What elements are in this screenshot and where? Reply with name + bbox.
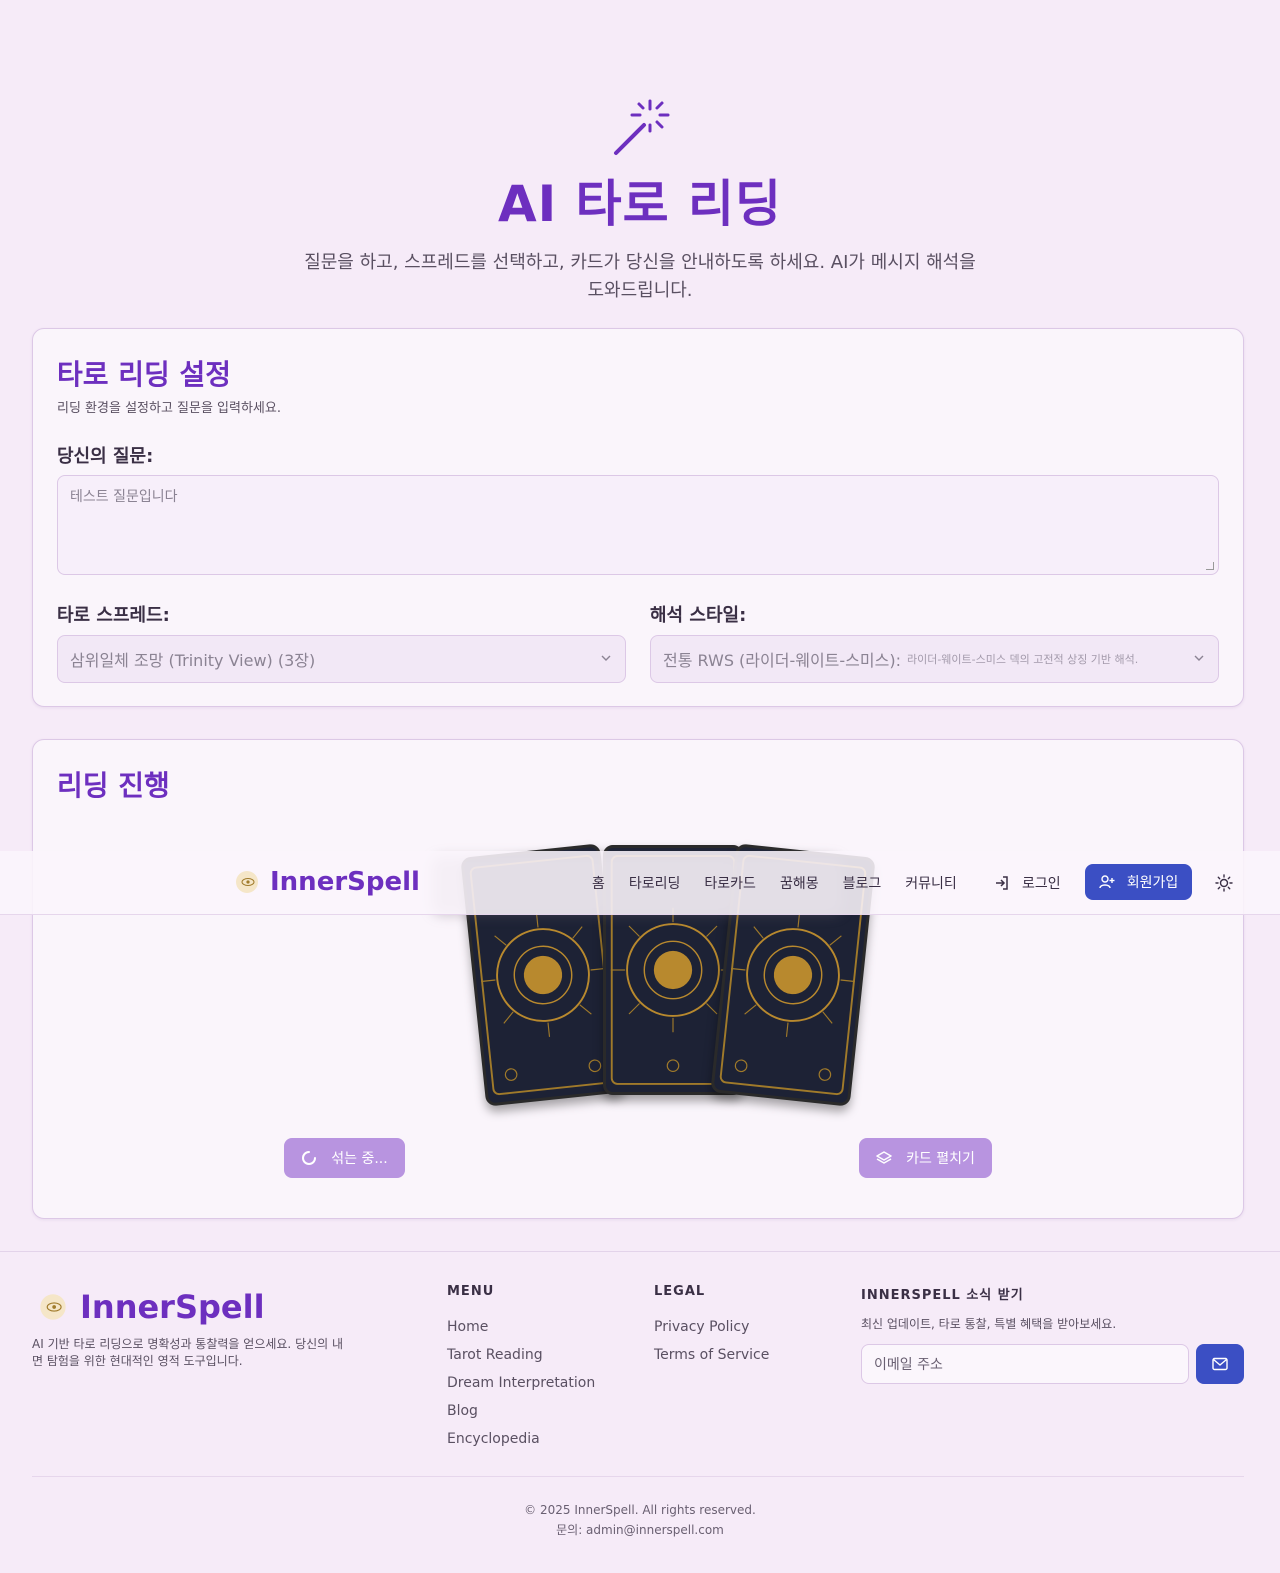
footer-link-privacy[interactable]: Privacy Policy: [654, 1313, 769, 1341]
footer-brand[interactable]: InnerSpell: [38, 1288, 265, 1326]
page-title: AI 타로 리딩: [497, 175, 783, 233]
brand-link[interactable]: InnerSpell: [234, 867, 420, 897]
footer-copyright-block: © 2025 InnerSpell. All rights reserved. …: [0, 1500, 1280, 1540]
moon-eye-logo-icon: [40, 1294, 66, 1320]
question-placeholder: 테스트 질문입니다: [70, 489, 178, 505]
hero-section: AI 타로 리딩 질문을 하고, 스프레드를 선택하고, 카드가 당신을 안내하…: [0, 95, 1280, 305]
footer-link-dream[interactable]: Dream Interpretation: [447, 1369, 595, 1397]
footer-link-terms[interactable]: Terms of Service: [654, 1341, 769, 1369]
sun-theme-toggle-icon[interactable]: [1215, 874, 1233, 892]
reading-title: 리딩 진행: [57, 769, 170, 802]
magic-wand-icon: [614, 99, 670, 155]
footer-description: AI 기반 타로 리딩으로 명확성과 통찰력을 얻으세요. 당신의 내면 탐험을…: [32, 1337, 344, 1368]
layers-icon: [876, 1151, 892, 1164]
login-button[interactable]: 로그인: [994, 873, 1061, 893]
spread-cards-button[interactable]: 카드 펼치기: [859, 1138, 992, 1178]
login-label: 로그인: [1022, 876, 1061, 892]
footer-link-encyclopedia[interactable]: Encyclopedia: [447, 1425, 595, 1453]
footer-link-home[interactable]: Home: [447, 1313, 595, 1341]
spread-cards-button-label: 카드 펼치기: [906, 1151, 975, 1167]
question-label: 당신의 질문:: [57, 446, 154, 467]
style-select-value: 전통 RWS (라이더-웨이트-스미스):: [663, 651, 901, 670]
copyright-text: © 2025 InnerSpell. All rights reserved.: [524, 1503, 756, 1517]
style-select-description: 라이더-웨이트-스미스 덱의 고전적 상징 기반 해석.: [906, 653, 1139, 666]
footer-legal: LEGAL Privacy Policy Terms of Service: [654, 1284, 769, 1369]
chevron-down-icon: [601, 655, 611, 661]
question-textarea[interactable]: 테스트 질문입니다: [57, 475, 1219, 575]
footer-link-blog[interactable]: Blog: [447, 1397, 595, 1425]
nav-link-blog[interactable]: 블로그: [843, 873, 882, 893]
style-label: 해석 스타일:: [650, 605, 747, 626]
footer-divider: [32, 1476, 1244, 1477]
style-select[interactable]: 전통 RWS (라이더-웨이트-스미스): 라이더-웨이트-스미스 덱의 고전적…: [650, 635, 1219, 683]
footer-legal-title: LEGAL: [654, 1284, 706, 1299]
setup-subtitle: 리딩 환경을 설정하고 질문을 입력하세요.: [57, 401, 281, 416]
email-placeholder: 이메일 주소: [874, 1357, 943, 1373]
footer-newsletter: INNERSPELL 소식 받기 최신 업데이트, 타로 통찰, 특별 혜택을 …: [861, 1284, 1116, 1332]
newsletter-description: 최신 업데이트, 타로 통찰, 특별 혜택을 받아보세요.: [861, 1317, 1117, 1331]
setup-title: 타로 리딩 설정: [57, 358, 232, 391]
nav-link-dream[interactable]: 꿈해몽: [780, 873, 819, 893]
nav-link-tarot-reading[interactable]: 타로리딩: [629, 873, 681, 893]
spread-select-value: 삼위일체 조망 (Trinity View) (3장): [70, 651, 316, 670]
newsletter-title: INNERSPELL 소식 받기: [861, 1288, 1024, 1303]
footer-menu: MENU Home Tarot Reading Dream Interpreta…: [447, 1284, 595, 1453]
chevron-down-icon: [1194, 655, 1204, 661]
reading-progress-card: 리딩 진행 섞는 중... 카드 펼치기: [32, 739, 1244, 1219]
shuffle-button[interactable]: 섞는 중...: [284, 1138, 405, 1178]
brand-name: InnerSpell: [270, 867, 420, 897]
resize-handle[interactable]: [1206, 562, 1214, 570]
shuffle-button-label: 섞는 중...: [331, 1151, 388, 1167]
user-plus-icon: [1099, 875, 1115, 889]
reading-setup-card: 타로 리딩 설정 리딩 환경을 설정하고 질문을 입력하세요. 당신의 질문: …: [32, 328, 1244, 707]
moon-eye-logo-icon: [236, 871, 258, 893]
newsletter-submit-button[interactable]: [1196, 1344, 1244, 1384]
footer-brand-name: InnerSpell: [80, 1288, 265, 1326]
spread-label: 타로 스프레드:: [57, 605, 170, 626]
spread-select[interactable]: 삼위일체 조망 (Trinity View) (3장): [57, 635, 626, 683]
page-subtitle: 질문을 하고, 스프레드를 선택하고, 카드가 당신을 안내하도록 하세요. A…: [304, 252, 976, 301]
mail-icon: [1212, 1357, 1228, 1371]
footer-menu-title: MENU: [447, 1284, 495, 1299]
newsletter-email-input[interactable]: 이메일 주소: [861, 1344, 1189, 1384]
nav-link-community[interactable]: 커뮤니티: [905, 873, 957, 893]
log-in-icon: [996, 876, 1008, 890]
footer-link-tarot-reading[interactable]: Tarot Reading: [447, 1341, 595, 1369]
contact-text[interactable]: 문의: admin@innerspell.com: [0, 1520, 1280, 1540]
signup-button[interactable]: 회원가입: [1085, 864, 1192, 900]
loader-icon: [302, 1151, 317, 1165]
nav-link-tarot-cards[interactable]: 타로카드: [704, 873, 756, 893]
nav-link-home[interactable]: 홈: [592, 873, 605, 893]
nav-links: 홈 타로리딩 타로카드 꿈해몽 블로그 커뮤니티: [592, 873, 957, 893]
signup-label: 회원가입: [1126, 875, 1179, 891]
footer: InnerSpell AI 기반 타로 리딩으로 명확성과 통찰력을 얻으세요.…: [0, 1251, 1280, 1573]
top-navbar: InnerSpell 홈 타로리딩 타로카드 꿈해몽 블로그 커뮤니티 로그인 …: [0, 851, 1280, 915]
